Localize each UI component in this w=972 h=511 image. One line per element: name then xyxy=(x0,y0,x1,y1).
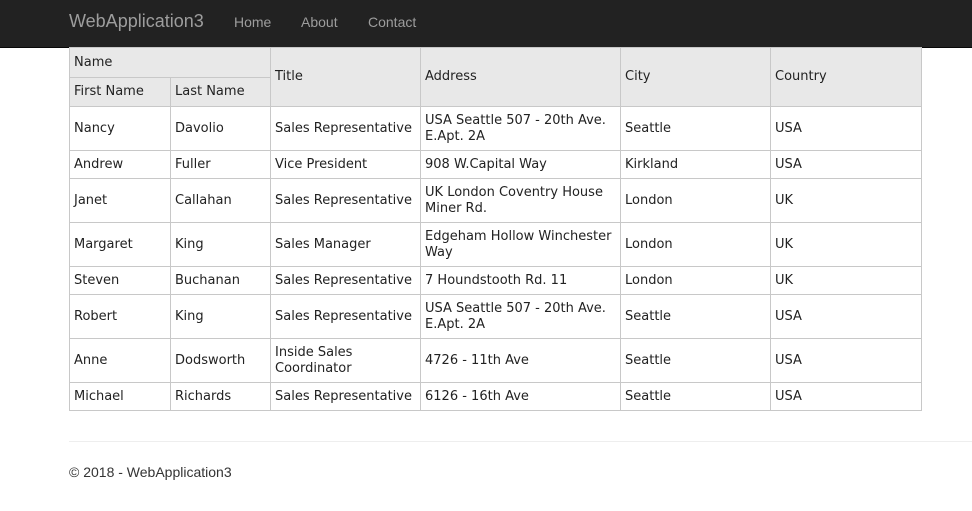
city-cell: Kirkland xyxy=(620,150,772,179)
city-cell: London xyxy=(620,266,772,295)
last-name-cell: King xyxy=(169,222,272,267)
last-name-cell: Dodsworth xyxy=(169,338,272,383)
footer-copyright: © 2018 - WebApplication3 xyxy=(69,464,232,480)
brand-link[interactable]: WebApplication3 xyxy=(69,11,204,31)
city-cell: Seattle xyxy=(620,106,772,151)
table-row[interactable]: Nancy Davolio Sales Representative USA Seat… xyxy=(69,106,923,151)
last-name-cell: King xyxy=(169,294,272,339)
table-row[interactable]: Andrew Fuller Vice President 908 W.Capital … xyxy=(69,150,923,179)
employee-table: Name Title Address City Country First Na… xyxy=(68,47,923,411)
address-cell: USA Seattle 507 - 20th Ave. E.Apt. 2A xyxy=(420,294,622,339)
title-cell: Inside Sales Coordinator xyxy=(270,338,422,383)
title-cell: Sales Representative xyxy=(270,266,422,295)
first-name-cell: Robert xyxy=(69,294,171,339)
country-cell: USA xyxy=(770,106,923,151)
country-cell: UK xyxy=(770,222,923,267)
table-row[interactable]: Margaret King Sales Manager Edgeham Hollow … xyxy=(69,222,923,267)
grid-body: Nancy Davolio Sales Representative USA Seat… xyxy=(69,106,923,411)
address-cell: 6126 - 16th Ave xyxy=(420,382,622,411)
first-name-cell: Andrew xyxy=(69,150,171,179)
first-name-cell: Anne xyxy=(69,338,171,383)
last-name-cell: Fuller xyxy=(169,150,272,179)
country-cell: UK xyxy=(770,266,923,295)
address-cell: Edgeham Hollow Winchester Way xyxy=(420,222,622,267)
navbar: WebApplication3 Home About Contact xyxy=(0,0,972,48)
last-name-cell: Buchanan xyxy=(169,266,272,295)
country-cell: USA xyxy=(770,150,923,179)
table-row[interactable]: Robert King Sales Representative USA Seattl… xyxy=(69,294,923,339)
last-name-cell: Davolio xyxy=(169,106,272,151)
city-cell: London xyxy=(620,222,772,267)
column-header-first-name[interactable]: First Name xyxy=(69,77,171,107)
city-cell: Seattle xyxy=(620,338,772,383)
title-cell: Sales Representative xyxy=(270,382,422,411)
address-cell: UK London Coventry House Miner Rd. xyxy=(420,178,622,223)
column-group-name: Name xyxy=(68,47,272,78)
address-cell: USA Seattle 507 - 20th Ave. E.Apt. 2A xyxy=(420,106,622,151)
nav-link-about[interactable]: About xyxy=(301,14,338,30)
title-cell: Sales Representative xyxy=(270,294,422,339)
country-cell: USA xyxy=(770,294,923,339)
title-cell: Sales Representative xyxy=(270,106,422,151)
nav-link-home[interactable]: Home xyxy=(234,14,271,30)
address-cell: 4726 - 11th Ave xyxy=(420,338,622,383)
first-name-cell: Margaret xyxy=(69,222,171,267)
country-cell: USA xyxy=(770,382,923,411)
last-name-cell: Richards xyxy=(169,382,272,411)
nav-link-contact[interactable]: Contact xyxy=(368,14,416,30)
column-header-last-name[interactable]: Last Name xyxy=(169,77,272,107)
column-header-address[interactable]: Address xyxy=(420,47,622,107)
city-cell: London xyxy=(620,178,772,223)
country-cell: USA xyxy=(770,338,923,383)
first-name-cell: Michael xyxy=(69,382,171,411)
table-row[interactable]: Anne Dodsworth Inside Sales Coordinator 472… xyxy=(69,338,923,383)
column-header-title[interactable]: Title xyxy=(270,47,422,107)
city-cell: Seattle xyxy=(620,294,772,339)
title-cell: Sales Manager xyxy=(270,222,422,267)
first-name-cell: Janet xyxy=(69,178,171,223)
title-cell: Vice President xyxy=(270,150,422,179)
footer-divider xyxy=(69,441,972,442)
column-header-city[interactable]: City xyxy=(620,47,772,107)
table-row[interactable]: Steven Buchanan Sales Representative 7 Houn… xyxy=(69,266,923,295)
first-name-cell: Nancy xyxy=(69,106,171,151)
last-name-cell: Callahan xyxy=(169,178,272,223)
first-name-cell: Steven xyxy=(69,266,171,295)
column-header-country[interactable]: Country xyxy=(770,47,923,107)
address-cell: 7 Houndstooth Rd. 11 xyxy=(420,266,622,295)
table-row[interactable]: Michael Richards Sales Representative 6126 … xyxy=(69,382,923,411)
address-cell: 908 W.Capital Way xyxy=(420,150,622,179)
country-cell: UK xyxy=(770,178,923,223)
city-cell: Seattle xyxy=(620,382,772,411)
employee-grid: Name Title Address City Country First Na… xyxy=(68,47,923,411)
title-cell: Sales Representative xyxy=(270,178,422,223)
table-row[interactable]: Janet Callahan Sales Representative UK Lond… xyxy=(69,178,923,223)
